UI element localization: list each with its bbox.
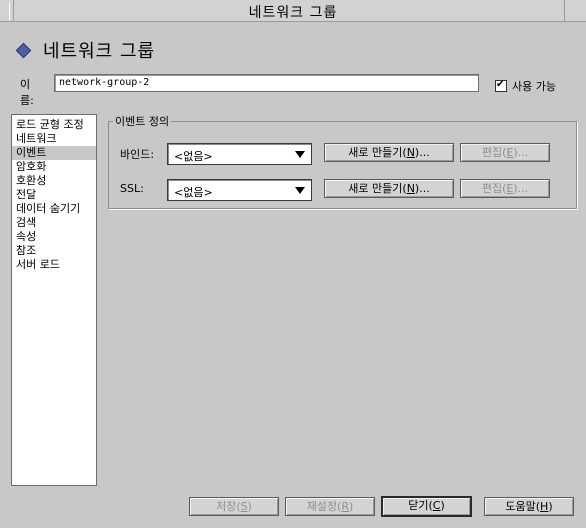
category-list[interactable]: 로드 균형 조정 네트워크 이벤트 암호화 호환성 전달 데이터 숨기기 검색 …: [11, 114, 97, 486]
sidebar-item-referral[interactable]: 참조: [12, 244, 96, 258]
sidebar-item-load-balancing[interactable]: 로드 균형 조정: [12, 118, 96, 132]
ssl-select-value: <없음>: [174, 186, 213, 199]
ssl-new-button[interactable]: 새로 만들기(N)...: [324, 179, 454, 198]
sidebar-item-attributes[interactable]: 속성: [12, 230, 96, 244]
reset-button[interactable]: 재설정(R): [285, 497, 375, 516]
sidebar-item-search[interactable]: 검색: [12, 216, 96, 230]
help-button[interactable]: 도움말(H): [484, 497, 574, 516]
sidebar-item-events[interactable]: 이벤트: [12, 146, 96, 160]
enable-checkbox-row[interactable]: 사용 가능: [495, 78, 556, 94]
bind-new-button[interactable]: 새로 만들기(N)...: [324, 143, 454, 162]
enable-label: 사용 가능: [512, 80, 556, 93]
ssl-select[interactable]: <없음>: [167, 179, 312, 201]
bind-label: 바인드:: [120, 148, 155, 161]
sidebar-item-compatibility[interactable]: 호환성: [12, 174, 96, 188]
diamond-icon: [15, 42, 32, 58]
close-button[interactable]: 닫기(C): [381, 496, 472, 517]
bind-select-value: <없음>: [174, 150, 213, 163]
bind-select[interactable]: <없음>: [167, 143, 312, 165]
title-bar[interactable]: 네트워크 그룹: [0, 0, 586, 22]
sidebar-item-network[interactable]: 네트워크: [12, 132, 96, 146]
sidebar-item-data-hiding[interactable]: 데이터 숨기기: [12, 202, 96, 216]
window-title: 네트워크 그룹: [248, 5, 338, 21]
chevron-down-icon: [295, 187, 305, 194]
chevron-down-icon: [295, 151, 305, 158]
save-button[interactable]: 저장(S): [189, 497, 279, 516]
name-label: 이름:: [20, 78, 34, 107]
sidebar-item-server-load[interactable]: 서버 로드: [12, 258, 96, 272]
bind-edit-button[interactable]: 편집(E)...: [460, 143, 550, 162]
sidebar-item-encryption[interactable]: 암호화: [12, 160, 96, 174]
name-input[interactable]: network-group-2: [54, 74, 479, 92]
sidebar-item-forwarding[interactable]: 전달: [12, 188, 96, 202]
event-definition-title: 이벤트 정의: [113, 113, 172, 129]
enable-checkbox[interactable]: [495, 78, 507, 92]
page-title: 네트워크 그룹: [43, 41, 156, 62]
ssl-edit-button[interactable]: 편집(E)...: [460, 179, 550, 198]
ssl-label: SSL:: [120, 182, 144, 195]
page-header: 네트워크 그룹: [15, 38, 156, 62]
window-control-grip[interactable]: [564, 0, 572, 22]
